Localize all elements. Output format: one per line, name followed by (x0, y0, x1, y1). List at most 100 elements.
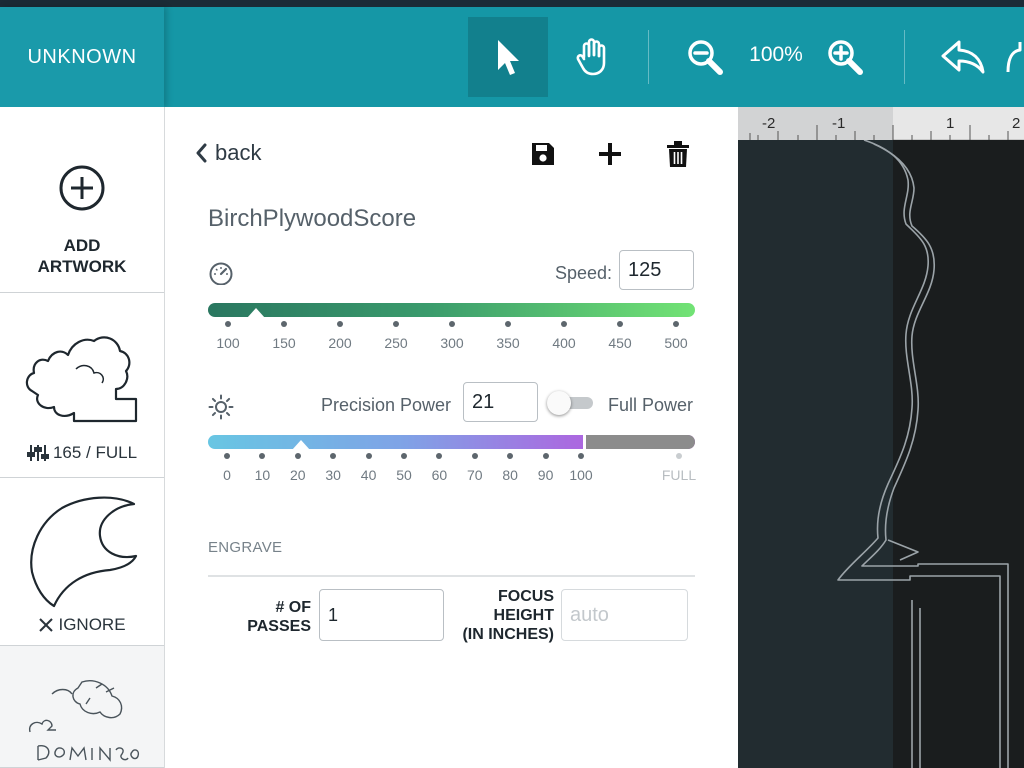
artwork-status: 165 / FULL (0, 443, 164, 463)
tick-dot (436, 453, 443, 459)
focus-height-label: FOCUS HEIGHT (IN INCHES) (462, 588, 554, 643)
toolbar-separator (904, 30, 905, 84)
tick-label: 100 (216, 335, 240, 351)
slider-tick: 400 (534, 321, 594, 351)
artwork-thumbnail (25, 336, 138, 423)
artwork-item[interactable]: 165 / FULL (0, 293, 164, 478)
slider-tick: 250 (366, 321, 426, 351)
save-icon (532, 143, 554, 165)
tick-label: 400 (552, 335, 576, 351)
brand-title: UNKNOWN (0, 7, 164, 107)
power-slider-divider (583, 433, 586, 451)
slider-tick-full: FULL (649, 453, 709, 483)
artwork-status: IGNORE (0, 615, 164, 635)
tick-dot (505, 321, 511, 327)
close-icon (39, 618, 54, 632)
slider-tick: 200 (310, 321, 370, 351)
artwork-item[interactable] (0, 646, 164, 768)
artwork-status-text: IGNORE (58, 615, 126, 634)
tick-dot (401, 453, 407, 459)
design-canvas[interactable]: -2 -1 1 2 (738, 107, 1024, 768)
artwork-sidebar: ADD ARTWORK 165 / FULL IGNORE (0, 107, 165, 768)
artwork-thumbnail-logo (28, 680, 140, 762)
material-settings-panel: back BirchPlywoodScore Speed: 125 100 15… (165, 107, 738, 768)
sun-icon (208, 394, 234, 420)
tick-dot (507, 453, 514, 459)
undo-button[interactable] (930, 17, 996, 97)
trash-icon (667, 141, 689, 167)
ruler-label: -1 (832, 115, 846, 132)
power-tick-scale: 0 10 20 30 40 50 60 70 80 90 100 FULL (208, 453, 696, 493)
horizontal-ruler: -2 -1 1 2 (738, 107, 1024, 140)
slider-tick: 150 (254, 321, 314, 351)
tick-dot (225, 321, 231, 327)
add-preset-button[interactable] (595, 139, 625, 169)
tick-dot (676, 453, 682, 459)
slider-tick: 450 (590, 321, 650, 351)
zoom-out-button[interactable] (680, 17, 730, 97)
ruler-label: -2 (762, 115, 776, 132)
tick-dot (673, 321, 679, 327)
focus-height-input[interactable] (561, 589, 688, 641)
power-input[interactable] (463, 382, 538, 422)
tick-label: 450 (608, 335, 632, 351)
add-artwork-button[interactable]: ADD ARTWORK (0, 107, 164, 293)
redo-button[interactable] (1006, 17, 1024, 97)
tick-dot (578, 453, 584, 459)
delete-preset-button[interactable] (663, 139, 693, 169)
preset-name: BirchPlywoodScore (208, 205, 417, 232)
tick-label: 250 (384, 335, 408, 351)
tick-dot (471, 453, 478, 459)
power-slider-thumb[interactable] (292, 440, 311, 450)
slider-tick: 300 (422, 321, 482, 351)
slider-tick: 100 (198, 321, 258, 351)
zoom-in-button[interactable] (820, 17, 870, 97)
back-label: back (215, 140, 262, 165)
engrave-section-label: ENGRAVE (208, 539, 283, 556)
redo-icon (1006, 42, 1022, 73)
toggle-knob (547, 391, 571, 415)
toolbar-separator (648, 30, 649, 84)
tick-dot (259, 453, 266, 459)
tick-label: 100 (569, 467, 593, 483)
precision-power-label: Precision Power (321, 395, 452, 415)
artwork-thumbnail (30, 496, 138, 608)
speed-slider[interactable] (208, 303, 695, 317)
tick-label: 500 (664, 335, 688, 351)
sliders-icon (26, 445, 49, 461)
passes-input[interactable] (319, 589, 444, 641)
artwork-status-text: 165 / FULL (52, 443, 138, 462)
plus-icon (599, 143, 621, 165)
speed-input[interactable] (619, 250, 694, 290)
pan-tool-button[interactable] (552, 17, 632, 97)
save-preset-button[interactable] (528, 139, 558, 169)
ruler-label: 1 (946, 115, 955, 132)
tick-dot (449, 321, 455, 327)
tick-dot (617, 321, 623, 327)
tick-dot (542, 453, 549, 459)
tick-dot (281, 321, 287, 327)
back-button[interactable]: back (195, 140, 261, 166)
tick-label: 300 (440, 335, 464, 351)
slider-tick: 500 (646, 321, 706, 351)
full-power-toggle[interactable] (547, 391, 595, 415)
top-edge-strip (0, 0, 1024, 7)
tick-label: 350 (496, 335, 520, 351)
tick-dot (224, 453, 230, 459)
hand-icon (576, 38, 606, 76)
select-tool-button[interactable] (468, 17, 548, 97)
artwork-item[interactable]: IGNORE (0, 478, 164, 646)
full-power-label: Full Power (608, 395, 694, 415)
speed-slider-thumb[interactable] (247, 308, 265, 318)
tick-dot (330, 453, 337, 459)
tick-dot (365, 453, 372, 459)
add-artwork-label: ADD ARTWORK (37, 236, 127, 276)
speed-tick-scale: 100 150 200 250 300 350 400 450 500 (208, 321, 695, 361)
passes-label: # OF PASSES (247, 599, 311, 635)
zoom-in-icon (828, 40, 863, 75)
chevron-left-icon (196, 143, 207, 163)
zoom-level: 100% (749, 43, 803, 66)
cursor-arrow-icon (498, 40, 519, 75)
artwork-outline-on-canvas (837, 140, 1009, 768)
tick-dot (294, 453, 301, 459)
